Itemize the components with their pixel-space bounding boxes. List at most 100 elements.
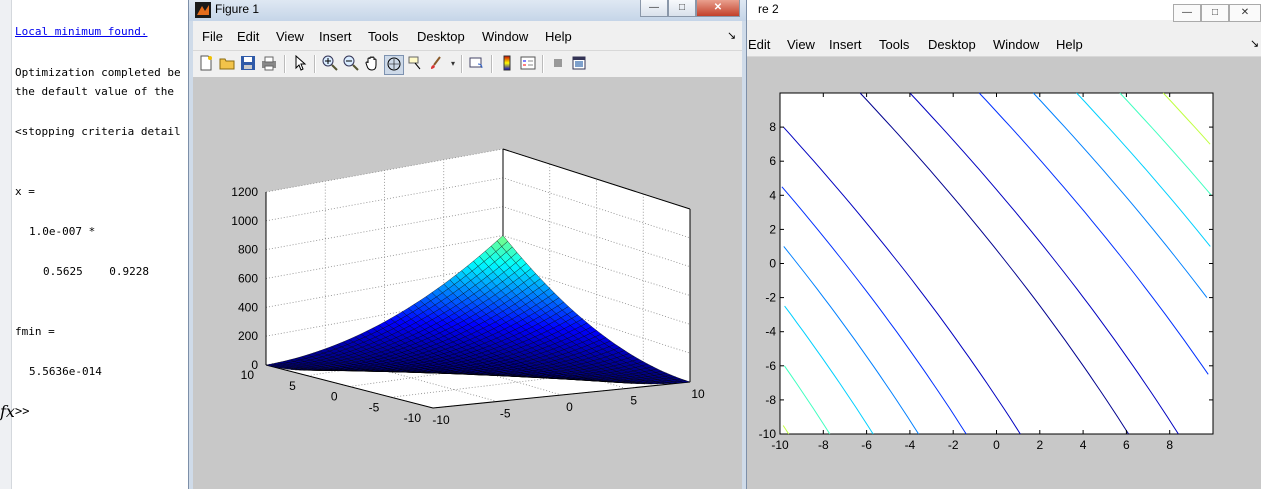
- rotate-3d-icon[interactable]: [384, 55, 404, 75]
- save-icon[interactable]: [239, 55, 257, 73]
- x-tick-label: 8: [1166, 438, 1173, 452]
- brush-dropdown-icon[interactable]: ▾: [444, 55, 462, 73]
- figure-1-toolbar: ▾: [193, 50, 742, 78]
- zoom-out-icon[interactable]: [342, 55, 360, 73]
- x-tick-label: -8: [818, 438, 829, 452]
- figure-2-maximize-button[interactable]: □: [1201, 4, 1229, 22]
- fig1-menu-view[interactable]: View: [276, 29, 304, 44]
- local-minimum-link[interactable]: Local minimum found.: [15, 25, 147, 38]
- colorbar-icon[interactable]: [498, 55, 516, 73]
- toolbar-separator: [284, 55, 286, 73]
- figure-2-window[interactable]: re 2 — □ ✕ Edit View Insert Tools Deskto…: [740, 0, 1261, 489]
- fig2-dock-arrow-icon[interactable]: ↘: [1250, 37, 1259, 50]
- output-x-values: 0.5625 0.9228: [43, 265, 149, 278]
- z-tick-label: 400: [238, 300, 258, 314]
- figure-2-title: re 2: [758, 2, 779, 16]
- zoom-in-icon[interactable]: [321, 55, 339, 73]
- y-tick-label: 0: [769, 257, 776, 271]
- fig1-menu-insert[interactable]: Insert: [319, 29, 352, 44]
- y-tick-label: -8: [765, 393, 776, 407]
- y-tick-label: 5: [289, 379, 296, 393]
- x-tick-label: -4: [905, 438, 916, 452]
- y-tick-label: -5: [369, 400, 380, 414]
- contour-plot-svg[interactable]: -10-8-6-4-202468 -10-8-6-4-202468: [740, 57, 1261, 489]
- fig2-menu-insert[interactable]: Insert: [829, 37, 862, 52]
- output-line: the default value of the: [15, 85, 174, 98]
- figure-2-plot-area: -10-8-6-4-202468 -10-8-6-4-202468: [740, 57, 1261, 489]
- y-tick-label: 6: [769, 154, 776, 168]
- fig2-menu-tools[interactable]: Tools: [879, 37, 909, 52]
- x-tick-label: 2: [1036, 438, 1043, 452]
- z-tick-label: 600: [238, 272, 258, 286]
- command-window[interactable]: Local minimum found. Optimization comple…: [0, 0, 200, 489]
- fig2-menu-edit[interactable]: Edit: [748, 37, 770, 52]
- fig1-menu-help[interactable]: Help: [545, 29, 572, 44]
- x-tick-label: 6: [1123, 438, 1130, 452]
- figure-1-plot-area: 020040060080010001200-10-50510-10-50510: [193, 77, 742, 489]
- output-x-label: x =: [15, 185, 35, 198]
- show-plot-tools-icon[interactable]: [570, 55, 588, 73]
- z-tick-label: 1200: [231, 185, 258, 199]
- link-plot-icon[interactable]: [468, 55, 486, 73]
- stopping-criteria-text[interactable]: <stopping criteria detail: [15, 125, 181, 138]
- figure-2-titlebar[interactable]: re 2 — □ ✕: [740, 0, 1261, 20]
- x-tick-label: -5: [500, 407, 511, 421]
- x-tick-label: 0: [566, 400, 573, 414]
- surface-plot-svg[interactable]: 020040060080010001200-10-50510-10-50510: [193, 77, 742, 489]
- z-tick-label: 200: [238, 329, 258, 343]
- y-tick-label: -2: [765, 291, 776, 305]
- toolbar-separator: [491, 55, 493, 73]
- toolbar-separator: [461, 55, 463, 73]
- fig2-menu-desktop[interactable]: Desktop: [928, 37, 976, 52]
- fig1-menu-desktop[interactable]: Desktop: [417, 29, 465, 44]
- open-icon[interactable]: [218, 55, 236, 73]
- print-icon[interactable]: [260, 55, 278, 73]
- brush-icon[interactable]: [427, 55, 445, 73]
- y-tick-label: 8: [769, 120, 776, 134]
- figure-1-close-button[interactable]: ✕: [696, 0, 740, 17]
- figure-1-window[interactable]: Figure 1 — □ ✕ File Edit View Insert Too…: [188, 0, 747, 489]
- z-tick-label: 1000: [231, 214, 258, 228]
- pointer-icon[interactable]: [291, 55, 309, 73]
- function-browser-icon[interactable]: fx: [0, 402, 15, 421]
- output-fmin-label: fmin =: [15, 325, 55, 338]
- stopping-criteria-link[interactable]: <stopping criteria detail: [15, 125, 181, 138]
- y-tick-label: -6: [765, 359, 776, 373]
- figure-2-close-button[interactable]: ✕: [1229, 4, 1261, 22]
- hide-plot-tools-icon[interactable]: [549, 55, 567, 73]
- legend-icon[interactable]: [519, 55, 537, 73]
- command-prompt[interactable]: >>: [15, 404, 29, 418]
- fig1-menu-edit[interactable]: Edit: [237, 29, 259, 44]
- fig2-menu-window[interactable]: Window: [993, 37, 1039, 52]
- y-tick-label: 2: [769, 222, 776, 236]
- y-tick-label: 10: [241, 368, 255, 382]
- fig1-menu-window[interactable]: Window: [482, 29, 528, 44]
- x-tick-label: 10: [691, 387, 705, 401]
- x-tick-label: 4: [1080, 438, 1087, 452]
- new-figure-icon[interactable]: [197, 55, 215, 73]
- y-tick-label: 4: [769, 188, 776, 202]
- figure-1-title: Figure 1: [215, 2, 259, 16]
- figure-1-menubar: File Edit View Insert Tools Desktop Wind…: [193, 25, 742, 47]
- fig2-menu-help[interactable]: Help: [1056, 37, 1083, 52]
- x-tick-label: -2: [948, 438, 959, 452]
- fig1-menu-file[interactable]: File: [202, 29, 223, 44]
- toolbar-separator: [314, 55, 316, 73]
- x-tick-label: 0: [993, 438, 1000, 452]
- fig2-menu-view[interactable]: View: [787, 37, 815, 52]
- figure-2-minimize-button[interactable]: —: [1173, 4, 1201, 22]
- x-tick-label: 5: [630, 394, 637, 408]
- fig1-menu-tools[interactable]: Tools: [368, 29, 398, 44]
- y-tick-label: -4: [765, 325, 776, 339]
- figure-1-titlebar[interactable]: Figure 1 — □ ✕: [189, 0, 746, 21]
- figure-1-minimize-button[interactable]: —: [640, 0, 668, 17]
- output-line: Optimization completed be: [15, 66, 181, 79]
- fig1-dock-arrow-icon[interactable]: ↘: [727, 29, 736, 42]
- figure-1-maximize-button[interactable]: □: [668, 0, 696, 17]
- toolbar-separator: [542, 55, 544, 73]
- pan-icon[interactable]: [363, 55, 381, 73]
- data-cursor-icon[interactable]: [406, 55, 424, 73]
- figure-1-client: File Edit View Insert Tools Desktop Wind…: [193, 21, 742, 489]
- output-scale-factor: 1.0e-007 *: [29, 225, 95, 238]
- x-tick-label: -6: [861, 438, 872, 452]
